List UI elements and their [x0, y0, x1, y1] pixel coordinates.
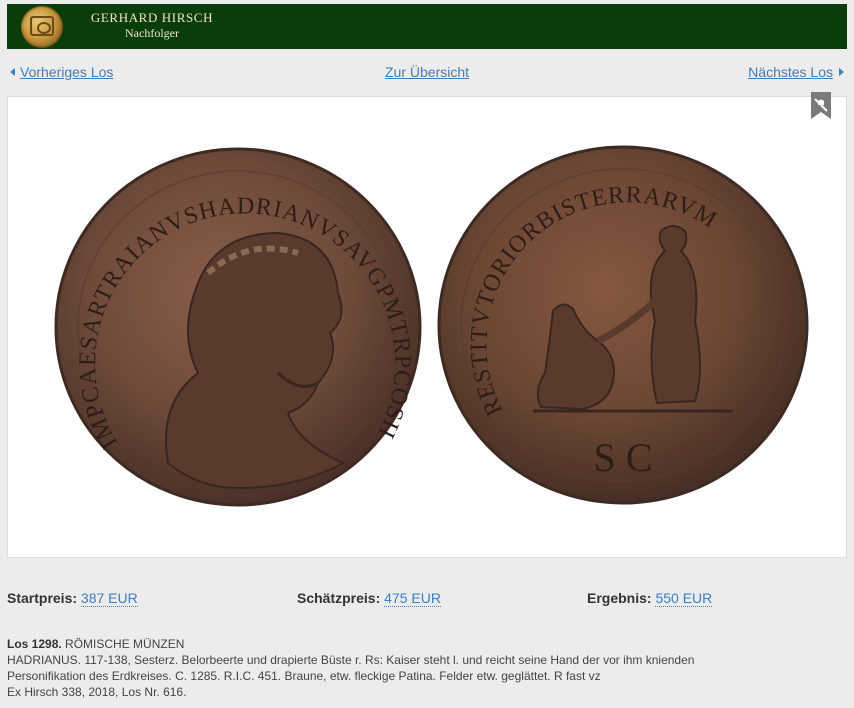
- lot-desc-line-3: Ex Hirsch 338, 2018, Los Nr. 616.: [7, 685, 187, 699]
- lot-desc-line-1: HADRIANUS. 117-138, Sesterz. Belorbeerte…: [7, 653, 695, 667]
- caret-right-icon: [839, 68, 844, 76]
- result-price: Ergebnis: 550 EUR: [587, 590, 713, 607]
- estimate-price-value[interactable]: 475 EUR: [384, 590, 441, 607]
- start-price: Startpreis: 387 EUR: [7, 590, 138, 607]
- reverse-sc-mark: SC: [594, 435, 663, 480]
- caret-left-icon: [10, 68, 15, 76]
- lot-image-panel[interactable]: IMPCAESARTRAIANVSHADRIANVSAVGPMTRPCOSIII: [7, 92, 847, 558]
- bookmark-mute-icon[interactable]: [810, 92, 832, 120]
- next-lot-link[interactable]: Nächstes Los: [748, 64, 844, 80]
- brand-logo-text[interactable]: GERHARD HIRSCH Nachfolger: [77, 10, 227, 41]
- brand-sub: Nachfolger: [125, 26, 179, 40]
- coin-obverse-image: IMPCAESARTRAIANVSHADRIANVSAVGPMTRPCOSIII: [48, 143, 428, 515]
- coin-reverse-image: RESTITVTORIORBISTERRARVM SC: [433, 141, 813, 509]
- lot-heading: Los 1298. RÖMISCHE MÜNZEN: [7, 636, 847, 652]
- previous-lot-link[interactable]: Vorheriges Los: [10, 64, 113, 80]
- start-price-label: Startpreis:: [7, 590, 78, 606]
- seal-logo-icon[interactable]: [21, 6, 63, 48]
- result-price-value[interactable]: 550 EUR: [655, 590, 713, 607]
- result-price-label: Ergebnis:: [587, 590, 652, 606]
- lot-description: Los 1298. RÖMISCHE MÜNZEN HADRIANUS. 117…: [7, 636, 847, 700]
- site-header: GERHARD HIRSCH Nachfolger: [7, 4, 847, 49]
- lot-number: Los 1298.: [7, 637, 62, 651]
- previous-lot-label: Vorheriges Los: [20, 64, 114, 80]
- estimate-price-label: Schätzpreis:: [297, 590, 381, 606]
- overview-link[interactable]: Zur Übersicht: [385, 64, 469, 80]
- next-lot-label: Nächstes Los: [748, 64, 833, 80]
- lot-category: RÖMISCHE MÜNZEN: [65, 637, 185, 651]
- lot-desc-line-2: Personifikation des Erdkreises. C. 1285.…: [7, 669, 601, 683]
- brand-name: GERHARD HIRSCH: [90, 10, 214, 25]
- estimate-price: Schätzpreis: 475 EUR: [297, 590, 441, 607]
- start-price-value[interactable]: 387 EUR: [80, 590, 138, 607]
